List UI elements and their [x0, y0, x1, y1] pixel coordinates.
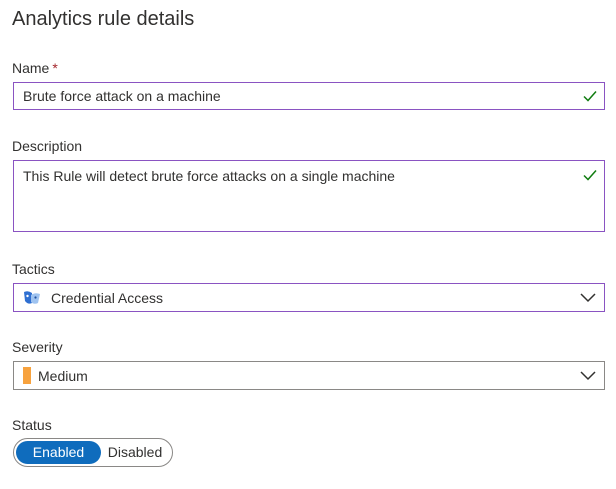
name-input[interactable]: Brute force attack on a machine — [13, 82, 605, 110]
status-toggle[interactable]: Enabled Disabled — [13, 438, 173, 467]
tactics-dropdown[interactable]: Credential Access — [13, 283, 605, 312]
severity-color-indicator — [23, 367, 31, 384]
name-label-text: Name — [12, 60, 50, 76]
page-title: Analytics rule details — [12, 8, 195, 30]
severity-label: Severity — [12, 339, 63, 355]
status-disabled-option[interactable]: Disabled — [102, 441, 168, 464]
status-enabled-option[interactable]: Enabled — [16, 441, 101, 464]
description-value: This Rule will detect brute force attack… — [23, 168, 395, 184]
status-label: Status — [12, 417, 52, 433]
name-label: Name * — [12, 60, 58, 76]
checkmark-icon — [583, 91, 597, 102]
severity-dropdown[interactable]: Medium — [13, 361, 605, 390]
name-input-value: Brute force attack on a machine — [23, 88, 221, 104]
chevron-down-icon — [580, 371, 596, 381]
severity-selected-value: Medium — [38, 368, 88, 384]
required-marker: * — [52, 60, 58, 76]
chevron-down-icon — [580, 293, 596, 303]
description-textarea[interactable]: This Rule will detect brute force attack… — [13, 160, 605, 232]
tactics-label: Tactics — [12, 261, 55, 277]
checkmark-icon — [583, 170, 597, 181]
mask-icon — [24, 291, 40, 304]
tactics-selected-value: Credential Access — [51, 290, 164, 306]
description-label: Description — [12, 138, 83, 154]
